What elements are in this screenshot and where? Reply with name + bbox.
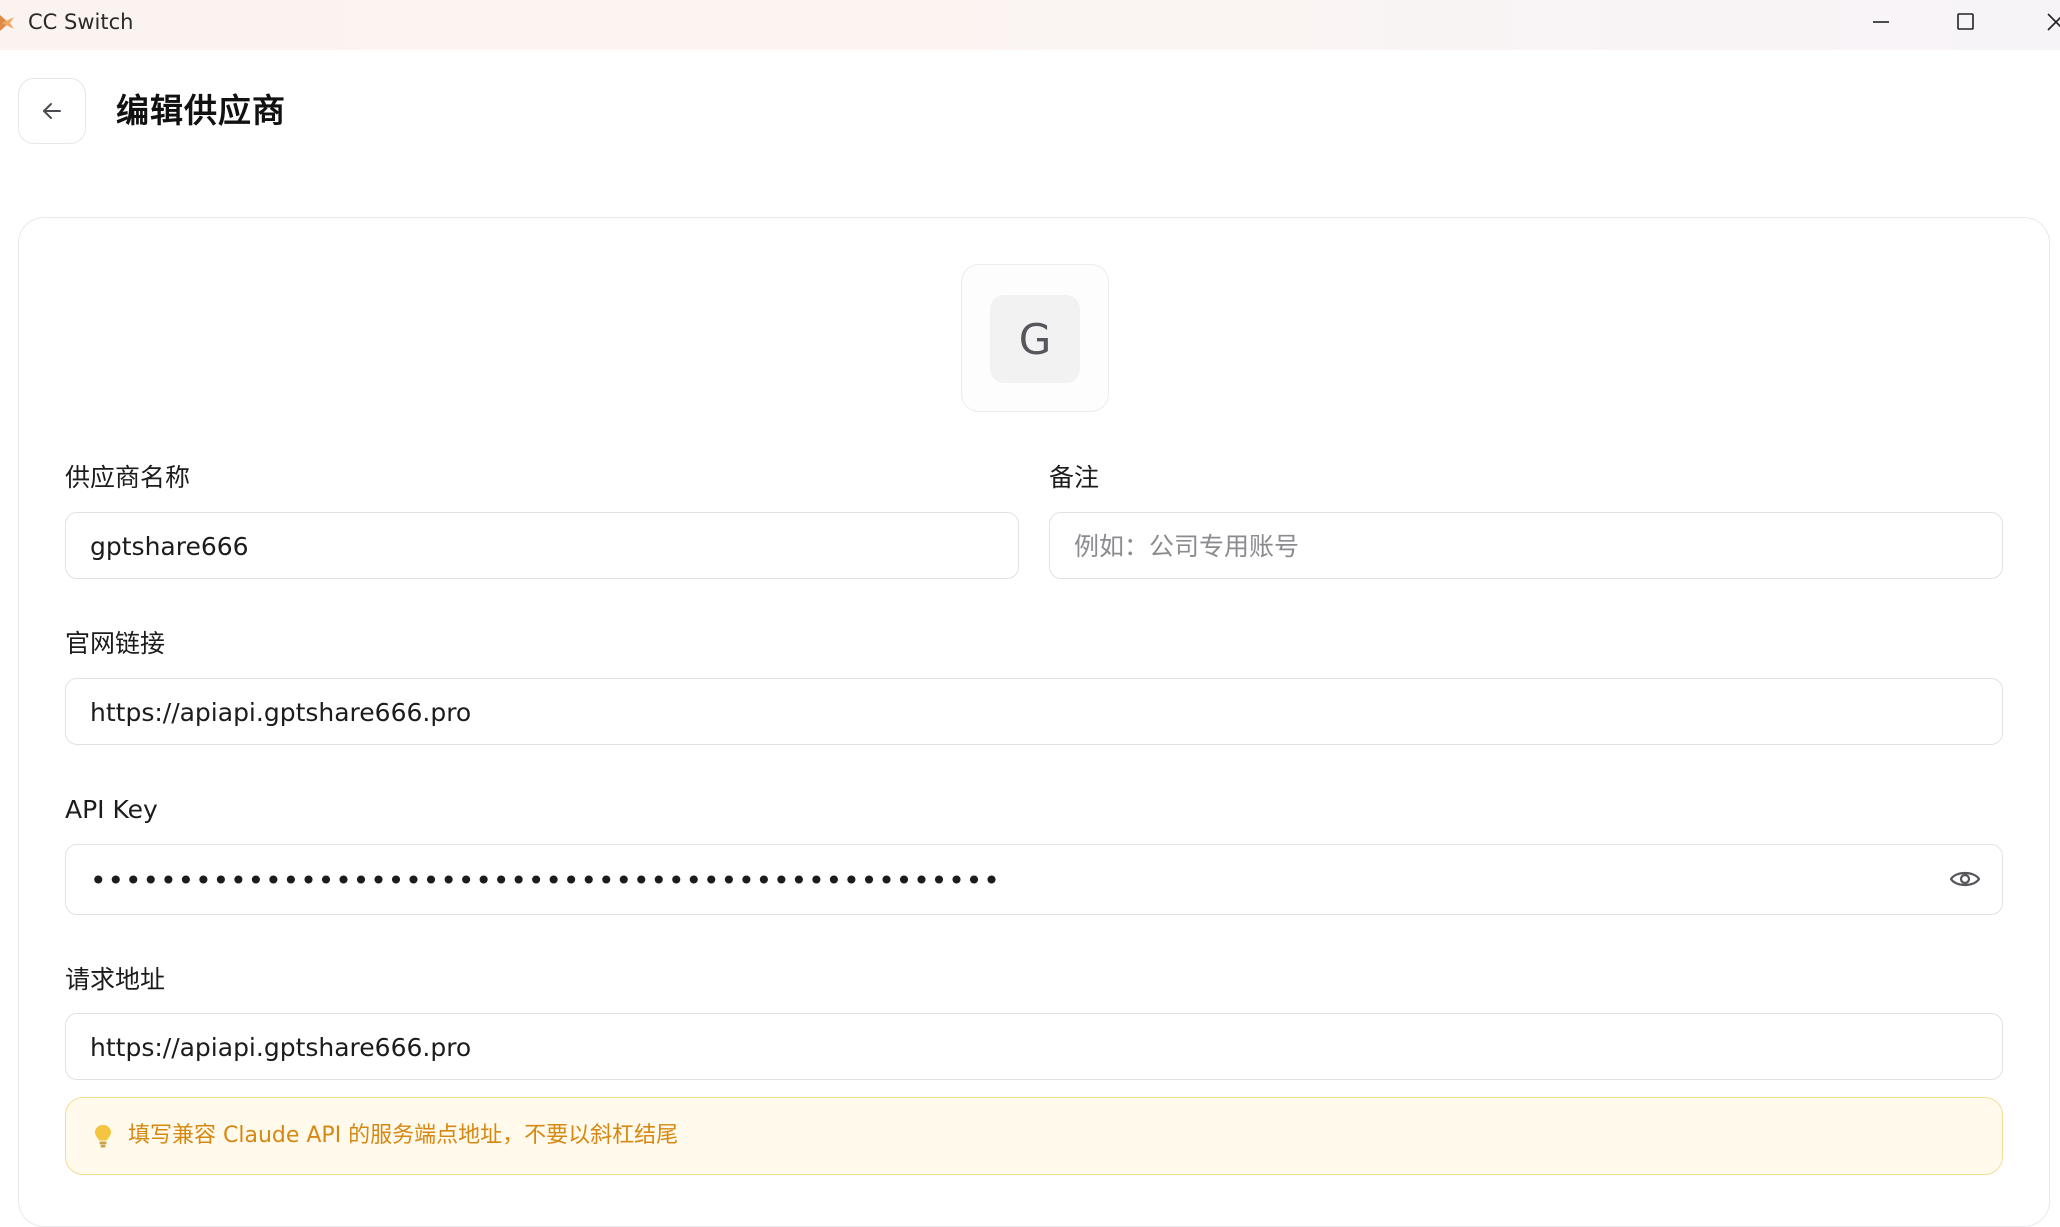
eye-icon[interactable] (1948, 865, 1982, 893)
close-icon[interactable] (2036, 8, 2060, 36)
title-bar: CC Switch (0, 0, 2060, 50)
website-label: 官网链接 (65, 629, 166, 658)
page-title: 编辑供应商 (116, 91, 286, 130)
endpoint-hint: 填写兼容 Claude API 的服务端点地址，不要以斜杠结尾 (65, 1097, 2003, 1175)
api-key-label: API Key (65, 795, 158, 824)
arrow-left-icon (43, 103, 61, 119)
provider-name-label: 供应商名称 (65, 463, 191, 492)
maximize-icon[interactable] (1945, 8, 1985, 36)
cc-switch-logo-icon (0, 15, 14, 31)
provider-avatar: G (990, 295, 1080, 383)
provider-name-input[interactable]: gptshare666 (65, 512, 1019, 579)
notes-label: 备注 (1049, 463, 1100, 492)
lightbulb-icon (95, 1125, 111, 1148)
window-title: CC Switch (28, 10, 134, 34)
back-button[interactable] (18, 78, 86, 144)
endpoint-label: 请求地址 (65, 965, 166, 994)
hint-text: 填写兼容 Claude API 的服务端点地址，不要以斜杠结尾 (128, 1123, 679, 1148)
notes-input[interactable]: 例如：公司专用账号 (1049, 512, 2003, 579)
api-key-input[interactable]: ••••••••••••••••••••••••••••••••••••••••… (65, 844, 2003, 915)
minimize-icon[interactable] (1861, 8, 1901, 36)
endpoint-input[interactable]: https://apiapi.gptshare666.pro (65, 1013, 2003, 1080)
website-input[interactable]: https://apiapi.gptshare666.pro (65, 678, 2003, 745)
